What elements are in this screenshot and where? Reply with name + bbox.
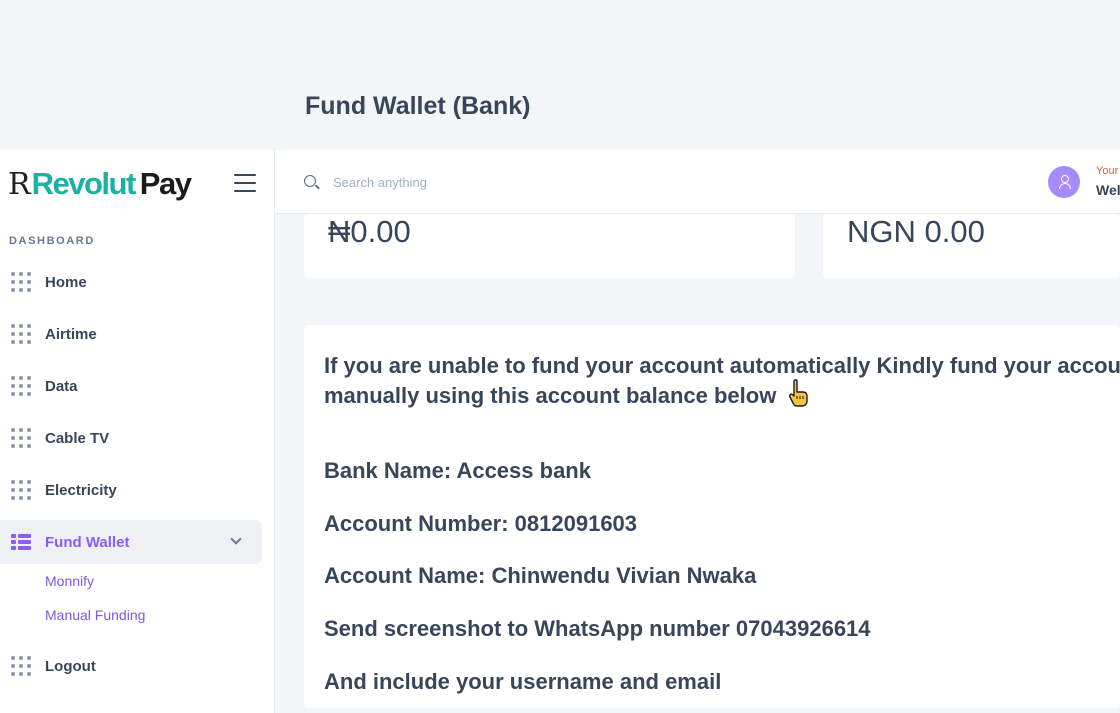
dots-grid-icon xyxy=(11,428,31,448)
wallet-list-icon xyxy=(11,534,31,550)
page-title: Fund Wallet (Bank) xyxy=(305,92,531,120)
logo[interactable]: R Revolut Pay xyxy=(8,164,192,204)
dots-grid-icon xyxy=(11,272,31,292)
search-icon xyxy=(304,175,316,187)
dots-grid-icon xyxy=(11,480,31,500)
sidebar-item-label: Fund Wallet xyxy=(45,533,130,551)
info-heading: If you are unable to fund your account a… xyxy=(324,352,1120,409)
bank-name-text: Bank Name: Access bank xyxy=(324,458,591,483)
dots-grid-icon xyxy=(11,324,31,344)
user-greeting-top: Your xyxy=(1096,165,1119,177)
logo-revolut-text: Revolut xyxy=(31,166,137,201)
sidebar-item-airtime[interactable]: Airtime xyxy=(0,312,262,356)
sidebar-item-label: Home xyxy=(45,273,87,291)
wallet-balance-card: ₦0.00 xyxy=(304,214,795,278)
sidebar-item-home[interactable]: Home xyxy=(0,260,262,304)
sidebar-item-label: Logout xyxy=(45,657,96,675)
whatsapp-instruction-text: Send screenshot to WhatsApp number 07043… xyxy=(324,616,871,641)
sidebar-item-label: Airtime xyxy=(45,325,97,343)
logo-mark: R xyxy=(8,166,31,202)
account-name-text: Account Name: Chinwendu Vivian Nwaka xyxy=(324,563,757,588)
search-input[interactable] xyxy=(333,170,693,194)
chevron-down-icon[interactable] xyxy=(230,533,242,545)
sidebar-item-label: Electricity xyxy=(45,481,117,499)
info-heading-text: If you are unable to fund your account a… xyxy=(324,353,1120,408)
dots-grid-icon xyxy=(11,376,31,396)
nav-section-label: DASHBOARD xyxy=(9,235,95,247)
sidebar-item-data[interactable]: Data xyxy=(0,364,262,408)
sidebar-item-fund-wallet[interactable]: Fund Wallet xyxy=(0,520,262,564)
manual-funding-info-card: If you are unable to fund your account a… xyxy=(304,325,1120,708)
top-header: Your Wel xyxy=(275,150,1120,214)
account-number-text: Account Number: 0812091603 xyxy=(324,511,638,536)
user-greeting-name: Wel xyxy=(1096,182,1120,198)
dots-grid-icon xyxy=(11,656,31,676)
sidebar-item-logout[interactable]: Logout xyxy=(0,644,262,688)
logo-pay-text: Pay xyxy=(139,166,192,201)
avatar[interactable] xyxy=(1048,166,1080,198)
sidebar-item-electricity[interactable]: Electricity xyxy=(0,468,262,512)
sidebar-item-label: Cable TV xyxy=(45,429,110,447)
hamburger-menu-icon[interactable] xyxy=(234,174,256,192)
sidebar-item-cable-tv[interactable]: Cable TV xyxy=(0,416,262,460)
sidebar-item-label: Data xyxy=(45,377,78,395)
sidebar-subitem-monnify[interactable]: Monnify xyxy=(45,573,94,589)
ngn-balance-value: NGN 0.00 xyxy=(847,214,985,249)
sidebar-subitem-manual-funding[interactable]: Manual Funding xyxy=(45,607,145,623)
wallet-balance-value: ₦0.00 xyxy=(328,214,411,249)
sidebar: R Revolut Pay DASHBOARD Home Airtime Dat… xyxy=(0,150,275,713)
include-details-text: And include your username and email xyxy=(324,669,722,694)
pointing-down-hand-icon xyxy=(789,379,809,407)
ngn-balance-card: NGN 0.00 xyxy=(823,214,1120,278)
